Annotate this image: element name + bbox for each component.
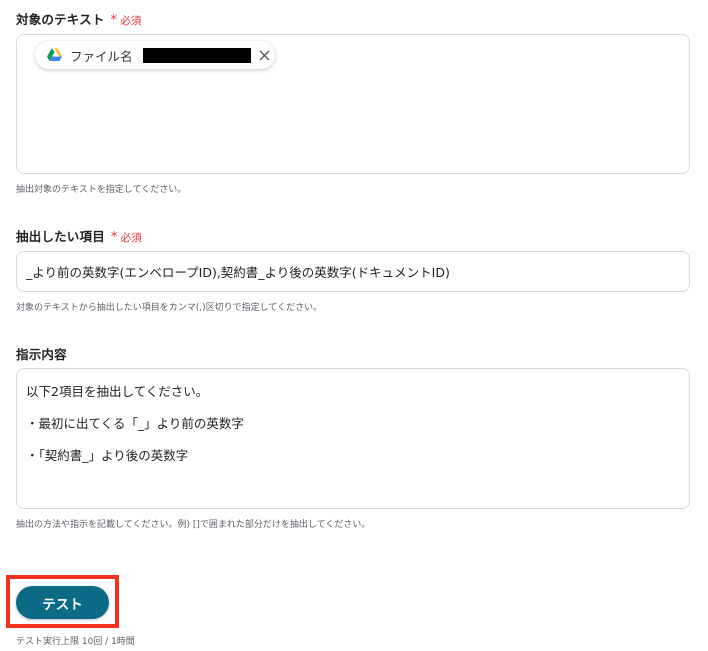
help-text-target: 抽出対象のテキストを指定してください。 xyxy=(16,185,187,195)
test-limit-note: テスト実行上限 10回 / 1時間 xyxy=(16,637,135,647)
instructions-textarea[interactable]: 以下2項目を抽出してください。 ・最初に出てくる「_」より前の英数字 ・「契約書… xyxy=(16,368,690,509)
chip-label: ファイル名 xyxy=(70,48,133,64)
google-drive-icon xyxy=(47,46,62,65)
asterisk-icon: * xyxy=(110,13,118,28)
instruction-line: 以下2項目を抽出してください。 xyxy=(26,384,209,399)
required-badge: * 必須 xyxy=(110,13,142,28)
variable-chip[interactable]: ファイル名 xyxy=(35,41,275,69)
field-label-text: 対象のテキスト xyxy=(16,12,105,27)
required-text: 必須 xyxy=(120,15,142,27)
help-text-instructions: 抽出の方法や指示を記載してください。例) []で囲まれた部分だけを抽出してくださ… xyxy=(16,520,371,530)
close-icon[interactable] xyxy=(259,50,270,61)
help-text-items: 対象のテキストから抽出したい項目をカンマ(,)区切りで指定してください。 xyxy=(16,303,323,313)
field-label-extract-items: 抽出したい項目 * 必須 xyxy=(16,226,142,245)
instruction-line: ・「契約書_」より後の英数字 xyxy=(26,448,189,463)
field-label-instructions: 指示内容 xyxy=(16,347,67,362)
field-label-text: 抽出したい項目 xyxy=(16,229,105,244)
field-label-target-text: 対象のテキスト * 必須 xyxy=(16,9,142,28)
redacted-value xyxy=(142,47,251,63)
test-button[interactable]: テスト xyxy=(16,586,109,619)
instruction-line: ・最初に出てくる「_」より前の英数字 xyxy=(26,416,244,431)
asterisk-icon: * xyxy=(110,230,118,245)
extract-items-value: _より前の英数字(エンベロープID),契約書_より後の英数字(ドキュメントID) xyxy=(26,265,450,280)
target-text-input[interactable]: ファイル名 xyxy=(16,34,690,174)
required-text: 必須 xyxy=(120,232,143,244)
extract-items-input[interactable]: _より前の英数字(エンベロープID),契約書_より後の英数字(ドキュメントID) xyxy=(16,251,690,292)
required-badge: * 必須 xyxy=(110,230,143,245)
